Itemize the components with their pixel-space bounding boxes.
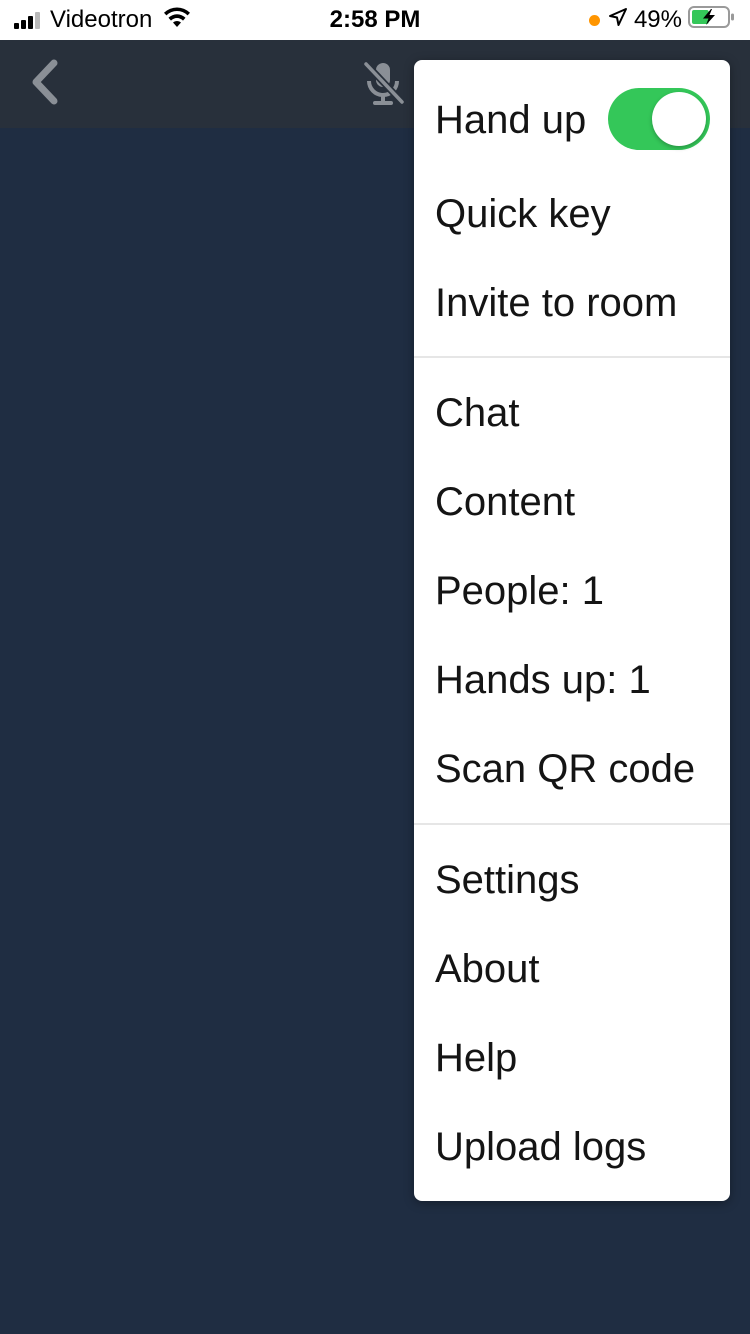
menu-item-label: Help [435, 1036, 518, 1080]
menu-item-label: Scan QR code [435, 747, 696, 791]
menu-item-chat[interactable]: Chat [414, 369, 730, 458]
menu-item-invite-to-room[interactable]: Invite to room [414, 259, 730, 348]
menu-divider [414, 356, 730, 358]
menu-item-scan-qr-code[interactable]: Scan QR code [414, 725, 730, 814]
menu-item-label: Settings [435, 858, 580, 902]
status-right: 49% [588, 0, 736, 40]
menu-item-label: Hands up: 1 [435, 658, 651, 702]
menu-item-label: Chat [435, 391, 520, 435]
battery-charging-icon [688, 5, 736, 36]
menu-item-label: People: 1 [435, 569, 605, 613]
menu-item-label: About [435, 947, 540, 991]
carrier-label: Videotron [50, 6, 153, 33]
status-left: Videotron [14, 0, 192, 40]
menu-item-settings[interactable]: Settings [414, 836, 730, 925]
menu-item-hands-up[interactable]: Hands up: 1 [414, 636, 730, 725]
back-button[interactable] [22, 58, 68, 110]
wifi-icon [162, 6, 192, 35]
menu-item-people[interactable]: People: 1 [414, 547, 730, 636]
status-bar: Videotron 2:58 PM 49% [0, 0, 750, 40]
menu-item-upload-logs[interactable]: Upload logs [414, 1103, 730, 1192]
mic-mute-button[interactable] [356, 58, 410, 112]
options-menu: Hand up Quick key Invite to room Chat Co… [414, 60, 730, 1201]
battery-percent: 49% [633, 6, 682, 33]
menu-item-content[interactable]: Content [414, 458, 730, 547]
location-arrow-icon [608, 6, 628, 34]
menu-item-label: Quick key [435, 192, 611, 236]
menu-item-label: Content [435, 480, 576, 524]
mic-muted-icon [358, 58, 408, 113]
menu-item-label: Invite to room [435, 281, 678, 325]
menu-divider [414, 823, 730, 825]
menu-item-label: Upload logs [435, 1125, 647, 1169]
hand-up-toggle[interactable] [608, 88, 710, 150]
toggle-knob [652, 92, 706, 146]
menu-item-about[interactable]: About [414, 925, 730, 1014]
menu-item-label: Hand up [435, 98, 587, 142]
back-chevron-icon [28, 59, 62, 110]
menu-item-quick-key[interactable]: Quick key [414, 170, 730, 259]
menu-item-help[interactable]: Help [414, 1014, 730, 1103]
recording-dot-icon [588, 14, 600, 26]
signal-icon [14, 11, 42, 29]
